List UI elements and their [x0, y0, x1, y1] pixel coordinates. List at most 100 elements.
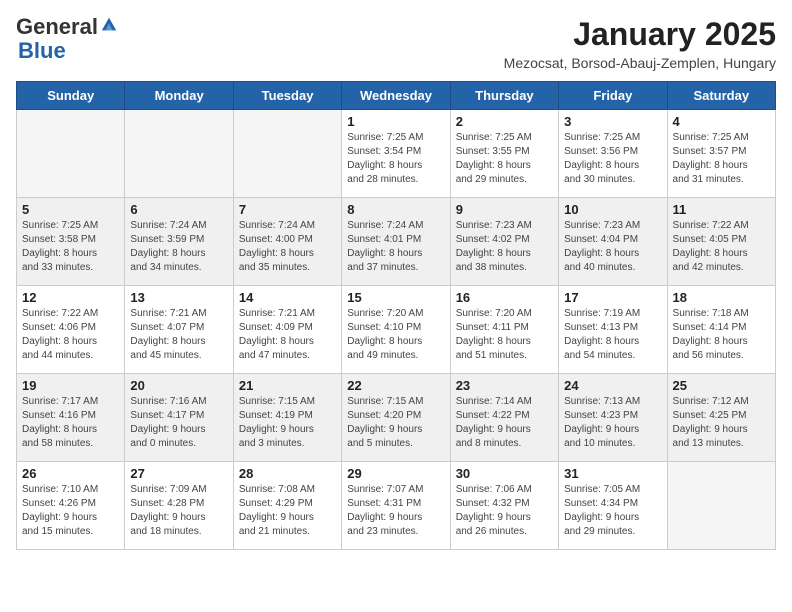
- day-number: 25: [673, 378, 770, 393]
- calendar-cell: 7 Sunrise: 7:24 AM Sunset: 4:00 PM Daylig…: [233, 198, 341, 286]
- day-number: 28: [239, 466, 336, 481]
- day-info: Sunrise: 7:05 AM Sunset: 4:34 PM Dayligh…: [564, 483, 661, 539]
- day-number: 8: [347, 202, 444, 217]
- weekday-tuesday: Tuesday: [233, 82, 341, 110]
- logo: General Blue: [16, 16, 118, 64]
- day-number: 14: [239, 290, 336, 305]
- day-number: 1: [347, 114, 444, 129]
- calendar-cell: 2 Sunrise: 7:25 AM Sunset: 3:55 PM Daylig…: [450, 110, 558, 198]
- day-info: Sunrise: 7:22 AM Sunset: 4:06 PM Dayligh…: [22, 307, 119, 363]
- day-number: 26: [22, 466, 119, 481]
- day-info: Sunrise: 7:12 AM Sunset: 4:25 PM Dayligh…: [673, 395, 770, 451]
- day-info: Sunrise: 7:10 AM Sunset: 4:26 PM Dayligh…: [22, 483, 119, 539]
- calendar: SundayMondayTuesdayWednesdayThursdayFrid…: [16, 81, 776, 550]
- day-number: 5: [22, 202, 119, 217]
- calendar-cell: 26 Sunrise: 7:10 AM Sunset: 4:26 PM Dayli…: [17, 462, 125, 550]
- day-number: 29: [347, 466, 444, 481]
- day-number: 11: [673, 202, 770, 217]
- day-number: 19: [22, 378, 119, 393]
- day-info: Sunrise: 7:18 AM Sunset: 4:14 PM Dayligh…: [673, 307, 770, 363]
- day-info: Sunrise: 7:19 AM Sunset: 4:13 PM Dayligh…: [564, 307, 661, 363]
- day-number: 16: [456, 290, 553, 305]
- day-info: Sunrise: 7:25 AM Sunset: 3:55 PM Dayligh…: [456, 131, 553, 187]
- calendar-cell: 22 Sunrise: 7:15 AM Sunset: 4:20 PM Dayli…: [342, 374, 450, 462]
- calendar-cell: 4 Sunrise: 7:25 AM Sunset: 3:57 PM Daylig…: [667, 110, 775, 198]
- day-number: 2: [456, 114, 553, 129]
- day-number: 13: [130, 290, 227, 305]
- day-number: 9: [456, 202, 553, 217]
- calendar-cell: 15 Sunrise: 7:20 AM Sunset: 4:10 PM Dayli…: [342, 286, 450, 374]
- page-header: General Blue January 2025 Mezocsat, Bors…: [16, 16, 776, 71]
- calendar-cell: 16 Sunrise: 7:20 AM Sunset: 4:11 PM Dayli…: [450, 286, 558, 374]
- day-number: 18: [673, 290, 770, 305]
- week-row-2: 5 Sunrise: 7:25 AM Sunset: 3:58 PM Daylig…: [17, 198, 776, 286]
- day-info: Sunrise: 7:20 AM Sunset: 4:11 PM Dayligh…: [456, 307, 553, 363]
- calendar-cell: 3Sunrise: 7:25 AM Sunset: 3:56 PM Daylig…: [559, 110, 667, 198]
- day-info: Sunrise: 7:25 AM Sunset: 3:58 PM Dayligh…: [22, 219, 119, 275]
- day-number: 27: [130, 466, 227, 481]
- day-info: Sunrise: 7:23 AM Sunset: 4:02 PM Dayligh…: [456, 219, 553, 275]
- day-number: 4: [673, 114, 770, 129]
- logo-icon: [100, 16, 118, 34]
- day-info: Sunrise: 7:24 AM Sunset: 4:00 PM Dayligh…: [239, 219, 336, 275]
- day-number: 20: [130, 378, 227, 393]
- day-info: Sunrise: 7:07 AM Sunset: 4:31 PM Dayligh…: [347, 483, 444, 539]
- day-number: 12: [22, 290, 119, 305]
- calendar-cell: 8 Sunrise: 7:24 AM Sunset: 4:01 PM Daylig…: [342, 198, 450, 286]
- weekday-monday: Monday: [125, 82, 233, 110]
- day-info: Sunrise: 7:25 AM Sunset: 3:56 PM Dayligh…: [564, 131, 661, 187]
- day-number: 6: [130, 202, 227, 217]
- day-info: Sunrise: 7:17 AM Sunset: 4:16 PM Dayligh…: [22, 395, 119, 451]
- logo-general: General: [16, 16, 98, 38]
- logo-blue: Blue: [18, 38, 66, 63]
- day-info: Sunrise: 7:21 AM Sunset: 4:07 PM Dayligh…: [130, 307, 227, 363]
- calendar-cell: [233, 110, 341, 198]
- calendar-cell: [667, 462, 775, 550]
- calendar-cell: 1 Sunrise: 7:25 AM Sunset: 3:54 PM Daylig…: [342, 110, 450, 198]
- weekday-friday: Friday: [559, 82, 667, 110]
- calendar-cell: 10Sunrise: 7:23 AM Sunset: 4:04 PM Dayli…: [559, 198, 667, 286]
- calendar-cell: 21Sunrise: 7:15 AM Sunset: 4:19 PM Dayli…: [233, 374, 341, 462]
- calendar-cell: 29 Sunrise: 7:07 AM Sunset: 4:31 PM Dayli…: [342, 462, 450, 550]
- day-info: Sunrise: 7:25 AM Sunset: 3:54 PM Dayligh…: [347, 131, 444, 187]
- week-row-5: 26 Sunrise: 7:10 AM Sunset: 4:26 PM Dayli…: [17, 462, 776, 550]
- calendar-cell: 13 Sunrise: 7:21 AM Sunset: 4:07 PM Dayli…: [125, 286, 233, 374]
- day-info: Sunrise: 7:24 AM Sunset: 3:59 PM Dayligh…: [130, 219, 227, 275]
- day-number: 23: [456, 378, 553, 393]
- day-info: Sunrise: 7:06 AM Sunset: 4:32 PM Dayligh…: [456, 483, 553, 539]
- day-number: 21: [239, 378, 336, 393]
- calendar-cell: 31Sunrise: 7:05 AM Sunset: 4:34 PM Dayli…: [559, 462, 667, 550]
- weekday-thursday: Thursday: [450, 82, 558, 110]
- day-info: Sunrise: 7:22 AM Sunset: 4:05 PM Dayligh…: [673, 219, 770, 275]
- day-info: Sunrise: 7:21 AM Sunset: 4:09 PM Dayligh…: [239, 307, 336, 363]
- calendar-cell: 23 Sunrise: 7:14 AM Sunset: 4:22 PM Dayli…: [450, 374, 558, 462]
- calendar-cell: 14 Sunrise: 7:21 AM Sunset: 4:09 PM Dayli…: [233, 286, 341, 374]
- day-number: 7: [239, 202, 336, 217]
- calendar-cell: 9 Sunrise: 7:23 AM Sunset: 4:02 PM Daylig…: [450, 198, 558, 286]
- weekday-sunday: Sunday: [17, 82, 125, 110]
- day-number: 15: [347, 290, 444, 305]
- calendar-cell: 5 Sunrise: 7:25 AM Sunset: 3:58 PM Daylig…: [17, 198, 125, 286]
- week-row-1: 1 Sunrise: 7:25 AM Sunset: 3:54 PM Daylig…: [17, 110, 776, 198]
- day-info: Sunrise: 7:24 AM Sunset: 4:01 PM Dayligh…: [347, 219, 444, 275]
- day-info: Sunrise: 7:20 AM Sunset: 4:10 PM Dayligh…: [347, 307, 444, 363]
- day-info: Sunrise: 7:14 AM Sunset: 4:22 PM Dayligh…: [456, 395, 553, 451]
- day-info: Sunrise: 7:08 AM Sunset: 4:29 PM Dayligh…: [239, 483, 336, 539]
- day-info: Sunrise: 7:25 AM Sunset: 3:57 PM Dayligh…: [673, 131, 770, 187]
- calendar-cell: 27Sunrise: 7:09 AM Sunset: 4:28 PM Dayli…: [125, 462, 233, 550]
- day-info: Sunrise: 7:15 AM Sunset: 4:20 PM Dayligh…: [347, 395, 444, 451]
- subtitle: Mezocsat, Borsod-Abauj-Zemplen, Hungary: [504, 55, 776, 71]
- day-number: 22: [347, 378, 444, 393]
- calendar-cell: 24Sunrise: 7:13 AM Sunset: 4:23 PM Dayli…: [559, 374, 667, 462]
- day-number: 24: [564, 378, 661, 393]
- month-title: January 2025: [504, 16, 776, 53]
- calendar-cell: 25 Sunrise: 7:12 AM Sunset: 4:25 PM Dayli…: [667, 374, 775, 462]
- calendar-cell: 19 Sunrise: 7:17 AM Sunset: 4:16 PM Dayli…: [17, 374, 125, 462]
- day-number: 30: [456, 466, 553, 481]
- title-area: January 2025 Mezocsat, Borsod-Abauj-Zemp…: [504, 16, 776, 71]
- calendar-cell: 6 Sunrise: 7:24 AM Sunset: 3:59 PM Daylig…: [125, 198, 233, 286]
- day-info: Sunrise: 7:23 AM Sunset: 4:04 PM Dayligh…: [564, 219, 661, 275]
- weekday-wednesday: Wednesday: [342, 82, 450, 110]
- calendar-cell: 30 Sunrise: 7:06 AM Sunset: 4:32 PM Dayli…: [450, 462, 558, 550]
- calendar-cell: 17Sunrise: 7:19 AM Sunset: 4:13 PM Dayli…: [559, 286, 667, 374]
